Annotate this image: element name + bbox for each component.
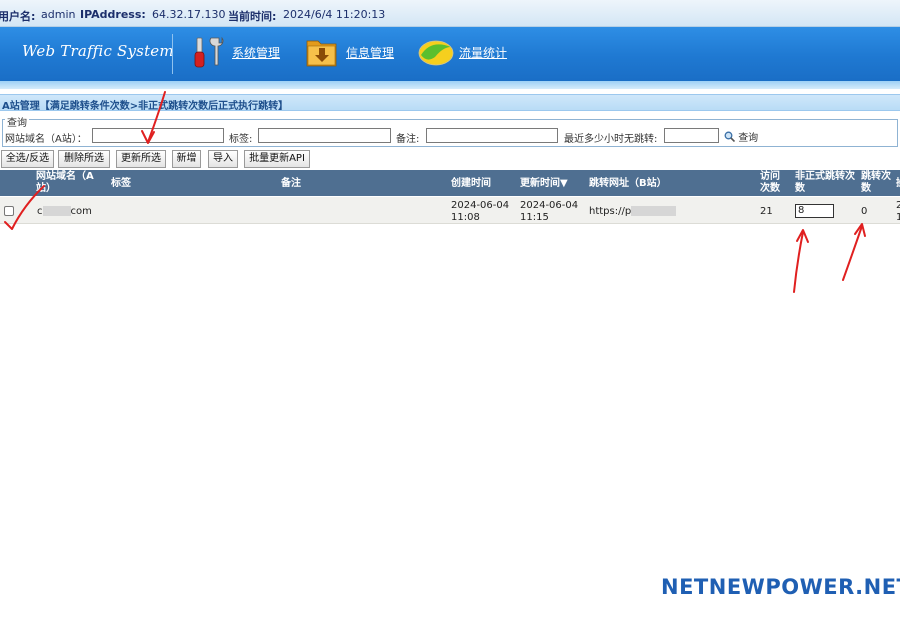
delete-selected-button[interactable]: 删除所选	[58, 150, 110, 168]
row-created-time: 11:08	[451, 212, 480, 223]
import-button[interactable]: 导入	[208, 150, 238, 168]
row-domain[interactable]: c com	[37, 206, 92, 218]
nav-traffic-stats[interactable]: 流量统计	[417, 27, 517, 81]
remark-input[interactable]	[426, 128, 558, 143]
domain-label: 网站域名（A站）：	[5, 134, 87, 145]
nav-info-management[interactable]: 信息管理	[305, 27, 405, 81]
row-jumps: 0	[861, 206, 868, 217]
col-redirect-url[interactable]: 跳转网址（B站）	[589, 178, 667, 190]
nav-label: 流量统计	[459, 46, 508, 60]
tools-icon	[190, 35, 224, 72]
redacted-block	[631, 206, 677, 216]
tag-input[interactable]	[258, 128, 391, 143]
chart-disc-icon	[417, 35, 455, 72]
row-checkbox[interactable]	[4, 206, 14, 216]
row-updated-date: 2024-06-04	[520, 200, 579, 211]
section-title: A站管理【满足跳转条件次数>非正式跳转次数后正式执行跳转】	[2, 101, 289, 112]
arrow-annotation	[793, 231, 804, 293]
nav-label: 系统管理	[232, 46, 281, 60]
app-logo: Web Traffic System	[22, 42, 174, 60]
row-extra-1: 2	[896, 200, 900, 211]
domain-input[interactable]	[92, 128, 224, 143]
header-divider	[172, 34, 173, 74]
folder-download-icon	[305, 35, 339, 72]
banner-strip	[0, 81, 900, 89]
col-visits[interactable]: 访问次数	[760, 171, 786, 195]
row-redirect-url[interactable]: https://p	[589, 206, 677, 218]
arrow-annotation	[854, 223, 866, 237]
search-button[interactable]: 查询	[724, 129, 758, 144]
row-visits: 21	[760, 206, 773, 217]
col-more[interactable]: 操	[896, 178, 900, 190]
ip-value: 64.32.17.130	[152, 8, 226, 21]
arrow-annotation	[796, 229, 809, 243]
search-label: 查询	[738, 133, 759, 144]
col-remark[interactable]: 备注	[281, 178, 301, 190]
ip-label: IPAddress:	[80, 8, 146, 21]
table-header: 网站域名（A站） 标签 备注 创建时间 更新时间▼ 跳转网址（B站） 访问次数 …	[0, 170, 900, 196]
user-value: admin	[41, 8, 76, 21]
time-value: 2024/6/4 11:20:13	[283, 8, 386, 21]
col-created[interactable]: 创建时间	[451, 178, 491, 190]
row-updated-time: 11:15	[520, 212, 549, 223]
query-legend: 查询	[5, 114, 29, 129]
col-updated[interactable]: 更新时间▼	[520, 178, 568, 190]
redirect-prefix: https://p	[589, 206, 632, 217]
col-tag[interactable]: 标签	[111, 178, 131, 190]
col-domain[interactable]: 网站域名（A站）	[36, 171, 98, 195]
time-label: 当前时间:	[228, 10, 277, 23]
col-unofficial-jumps[interactable]: 非正式跳转次数	[795, 171, 857, 195]
batch-update-api-button[interactable]: 批量更新API	[244, 150, 310, 168]
tag-label: 标签:	[229, 134, 253, 145]
select-all-button[interactable]: 全选/反选	[1, 150, 54, 168]
row-extra-2: 1	[896, 212, 900, 223]
search-icon	[724, 131, 738, 144]
unofficial-jumps-input[interactable]: 8	[795, 204, 834, 218]
nav-label: 信息管理	[346, 46, 395, 60]
redacted-block	[42, 206, 71, 216]
header-banner: Web Traffic System 系统管理 信息管理 流量统计	[0, 27, 900, 81]
remark-label: 备注:	[396, 134, 420, 145]
domain-suffix: com	[70, 206, 92, 217]
row-created-date: 2024-06-04	[451, 200, 510, 211]
nav-system-management[interactable]: 系统管理	[190, 27, 290, 81]
user-label: 用户名:	[0, 10, 36, 23]
section-title-bar: A站管理【满足跳转条件次数>非正式跳转次数后正式执行跳转】	[0, 94, 900, 112]
hours-label: 最近多少小时无跳转:	[564, 134, 658, 145]
add-button[interactable]: 新增	[172, 150, 201, 168]
hours-input[interactable]	[664, 128, 719, 143]
col-jumps[interactable]: 跳转次数	[861, 171, 893, 195]
watermark: NETNEWPOWER.NET	[661, 575, 900, 599]
update-selected-button[interactable]: 更新所选	[116, 150, 166, 168]
arrow-annotation	[842, 225, 863, 281]
top-info-bar: 用户名: admin IPAddress: 64.32.17.130 当前时间:…	[0, 0, 900, 27]
